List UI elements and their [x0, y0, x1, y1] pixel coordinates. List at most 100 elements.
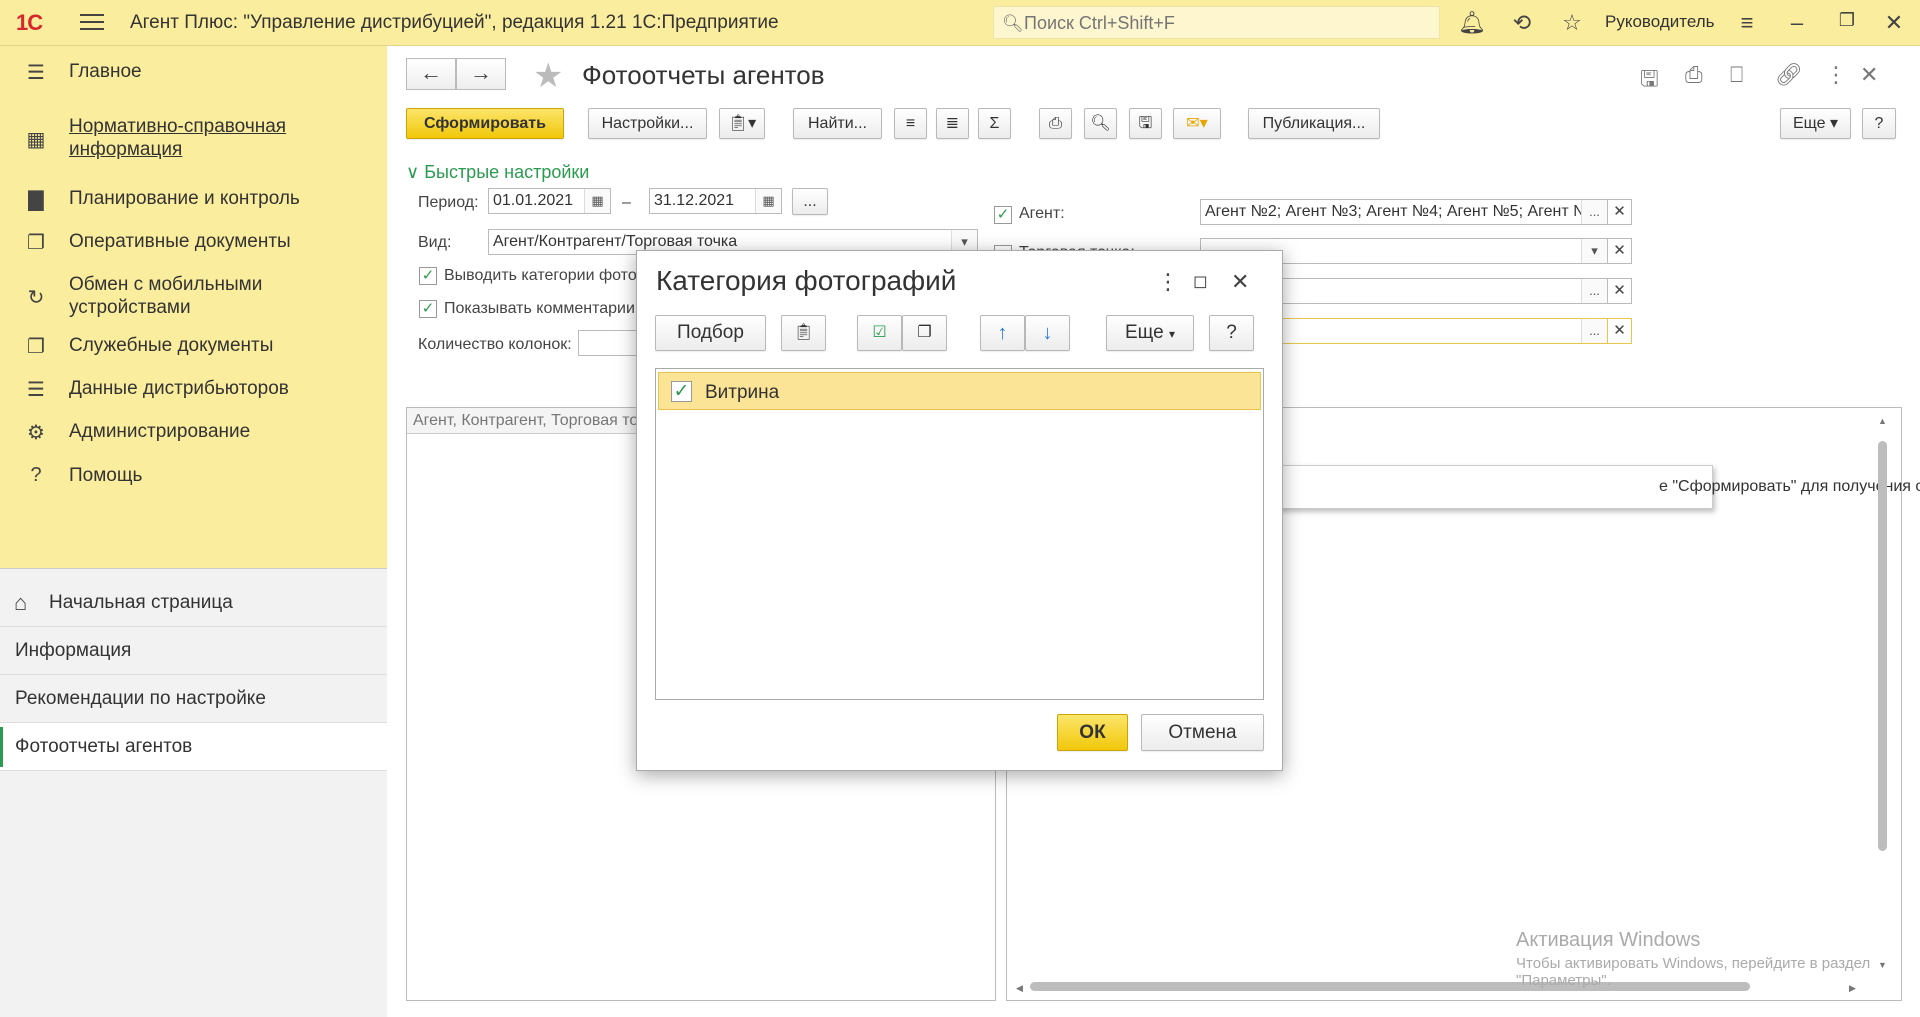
cancel-button[interactable]: Отмена: [1141, 714, 1264, 751]
open-window-photo-reports[interactable]: Фотоотчеты агентов: [0, 723, 387, 771]
vertical-scrollbar[interactable]: [1876, 441, 1888, 1001]
printer-icon: ⎙: [1049, 115, 1062, 132]
dialog-help-button[interactable]: ?: [1209, 315, 1254, 351]
search-box[interactable]: 🔍︎: [993, 6, 1440, 39]
calendar-icon[interactable]: ▦: [755, 189, 781, 213]
chevron-down-icon[interactable]: ▾: [1581, 239, 1607, 263]
show-comments-checkbox[interactable]: ✓: [419, 300, 437, 318]
list-item[interactable]: ✓ Витрина: [658, 372, 1261, 410]
settings-button[interactable]: Настройки...: [588, 108, 707, 139]
top-bar: 1С Агент Плюс: "Управление дистрибуцией"…: [0, 0, 1920, 46]
find-button[interactable]: Найти...: [793, 108, 882, 139]
agent-field[interactable]: Агент №2; Агент №3; Агент №4; Агент №5; …: [1200, 199, 1608, 225]
agent-checkbox[interactable]: ✓: [994, 206, 1012, 224]
bar-chart-icon: ▇: [28, 189, 44, 211]
select-dots-button[interactable]: ...: [1581, 200, 1607, 224]
more-vertical-icon[interactable]: ⋮: [1157, 269, 1179, 295]
sidebar-item-label: Планирование и контроль: [69, 188, 300, 209]
move-up-button[interactable]: ↑: [980, 315, 1025, 351]
more-vertical-icon[interactable]: ⋮: [1825, 62, 1847, 88]
send-email-button[interactable]: ✉▾: [1173, 108, 1221, 139]
more-label: Еще: [1792, 115, 1826, 132]
maximize-icon[interactable]: ◻: [1193, 271, 1208, 292]
ok-button[interactable]: ОК: [1057, 714, 1128, 751]
show-categories-checkbox[interactable]: ✓: [419, 267, 437, 285]
category-checkbox[interactable]: ✓: [671, 381, 692, 402]
agent-clear-icon[interactable]: ✕: [1608, 199, 1632, 225]
scroll-up-arrow[interactable]: ▲: [1878, 416, 1887, 426]
minimize-icon[interactable]: –: [1783, 10, 1811, 36]
filter-3-clear-icon[interactable]: ✕: [1608, 278, 1632, 304]
vertical-scroll-thumb[interactable]: [1878, 441, 1887, 851]
sigma-icon: Σ: [989, 115, 1000, 132]
period-from-value: 01.01.2021: [493, 192, 574, 209]
uncheck-all-icon: ❐: [917, 324, 932, 341]
open-window-recommendations[interactable]: Рекомендации по настройке: [0, 675, 387, 723]
open-window-label: Рекомендации по настройке: [15, 688, 266, 709]
period-select-button[interactable]: ...: [792, 188, 828, 215]
print-icon[interactable]: ⎙: [1685, 62, 1703, 88]
expand-groups-button[interactable]: ≡: [894, 108, 927, 139]
quick-settings-label: Быстрые настройки: [424, 162, 590, 182]
settings-menu-icon[interactable]: ≡: [1733, 10, 1761, 36]
collapse-groups-button[interactable]: ≣: [936, 108, 969, 139]
close-form-icon[interactable]: ✕: [1860, 62, 1878, 88]
publish-button[interactable]: Публикация...: [1248, 108, 1380, 139]
more-button[interactable]: Еще ▾: [1780, 108, 1851, 139]
collapse-icon: ≣: [945, 115, 960, 132]
open-window-label: Начальная страница: [49, 592, 233, 613]
dialog-close-icon[interactable]: ✕: [1231, 269, 1249, 295]
forward-button[interactable]: →: [456, 58, 506, 90]
save-button[interactable]: 🖫︎: [1129, 108, 1162, 139]
windows-activation-text: Чтобы активировать Windows, перейдите в …: [1516, 955, 1871, 989]
quick-settings-toggle[interactable]: ∨ Быстрые настройки: [406, 162, 589, 183]
search-input[interactable]: [1024, 12, 1424, 34]
sum-button[interactable]: Σ: [978, 108, 1011, 139]
user-name[interactable]: Руководитель: [1605, 12, 1715, 32]
uncheck-all-button[interactable]: ❐: [902, 315, 947, 351]
period-to-field[interactable]: 31.12.2021 ▦: [649, 188, 782, 214]
open-window-home[interactable]: ⌂ Начальная страница: [0, 579, 387, 627]
outlet-clear-icon[interactable]: ✕: [1608, 238, 1632, 264]
period-from-field[interactable]: 01.01.2021 ▦: [488, 188, 611, 214]
back-button[interactable]: ←: [406, 58, 456, 90]
favorite-star-icon[interactable]: ★: [533, 56, 563, 96]
restore-icon[interactable]: ❐: [1833, 10, 1861, 31]
save-icon[interactable]: 🖫︎: [1640, 62, 1659, 100]
clipboard-icon: 📋︎▾: [727, 115, 757, 132]
paste-button[interactable]: 📋︎: [781, 315, 826, 351]
magnifier-icon: 🔍︎: [1090, 115, 1111, 132]
select-dots-button[interactable]: ...: [1581, 279, 1607, 303]
envelope-icon: ✉▾: [1186, 115, 1208, 132]
calendar-icon[interactable]: ▦: [584, 189, 610, 213]
columns-field[interactable]: [578, 330, 638, 356]
generate-button[interactable]: Сформировать: [406, 108, 564, 139]
print-button[interactable]: ⎙: [1039, 108, 1072, 139]
scroll-left-arrow[interactable]: ◀: [1016, 983, 1023, 994]
print-preview-button[interactable]: 🔍︎: [1084, 108, 1117, 139]
sync-icon: ↻: [27, 287, 45, 309]
check-all-button[interactable]: ☑: [857, 315, 902, 351]
windows-activation-title: Активация Windows: [1516, 929, 1701, 951]
favorites-star-icon[interactable]: ☆: [1558, 10, 1586, 36]
variants-button[interactable]: 📋︎▾: [719, 108, 765, 139]
close-icon[interactable]: ✕: [1880, 10, 1908, 36]
select-dots-button[interactable]: ...: [1581, 319, 1607, 343]
dialog-more-button[interactable]: Еще ▾: [1106, 315, 1194, 351]
category-label: Витрина: [705, 382, 780, 403]
bell-icon[interactable]: 🔔︎: [1458, 10, 1486, 36]
select-button[interactable]: Подбор: [655, 315, 766, 351]
preview-icon[interactable]: ⎕: [1730, 62, 1743, 88]
move-down-button[interactable]: ↓: [1025, 315, 1070, 351]
check-all-icon: ☑: [872, 324, 887, 341]
open-window-info[interactable]: Информация: [0, 627, 387, 675]
help-button[interactable]: ?: [1862, 108, 1896, 139]
history-icon[interactable]: ⟲: [1508, 10, 1536, 36]
category-list[interactable]: ✓ Витрина: [655, 368, 1264, 700]
photo-category-clear-icon[interactable]: ✕: [1608, 318, 1632, 344]
database-icon: ☰: [27, 379, 45, 401]
open-window-label: Информация: [15, 640, 132, 661]
main-menu-icon[interactable]: [80, 14, 104, 32]
agent-value: Агент №2; Агент №3; Агент №4; Агент №5; …: [1205, 203, 1600, 220]
link-icon[interactable]: 🔗︎: [1775, 62, 1803, 88]
